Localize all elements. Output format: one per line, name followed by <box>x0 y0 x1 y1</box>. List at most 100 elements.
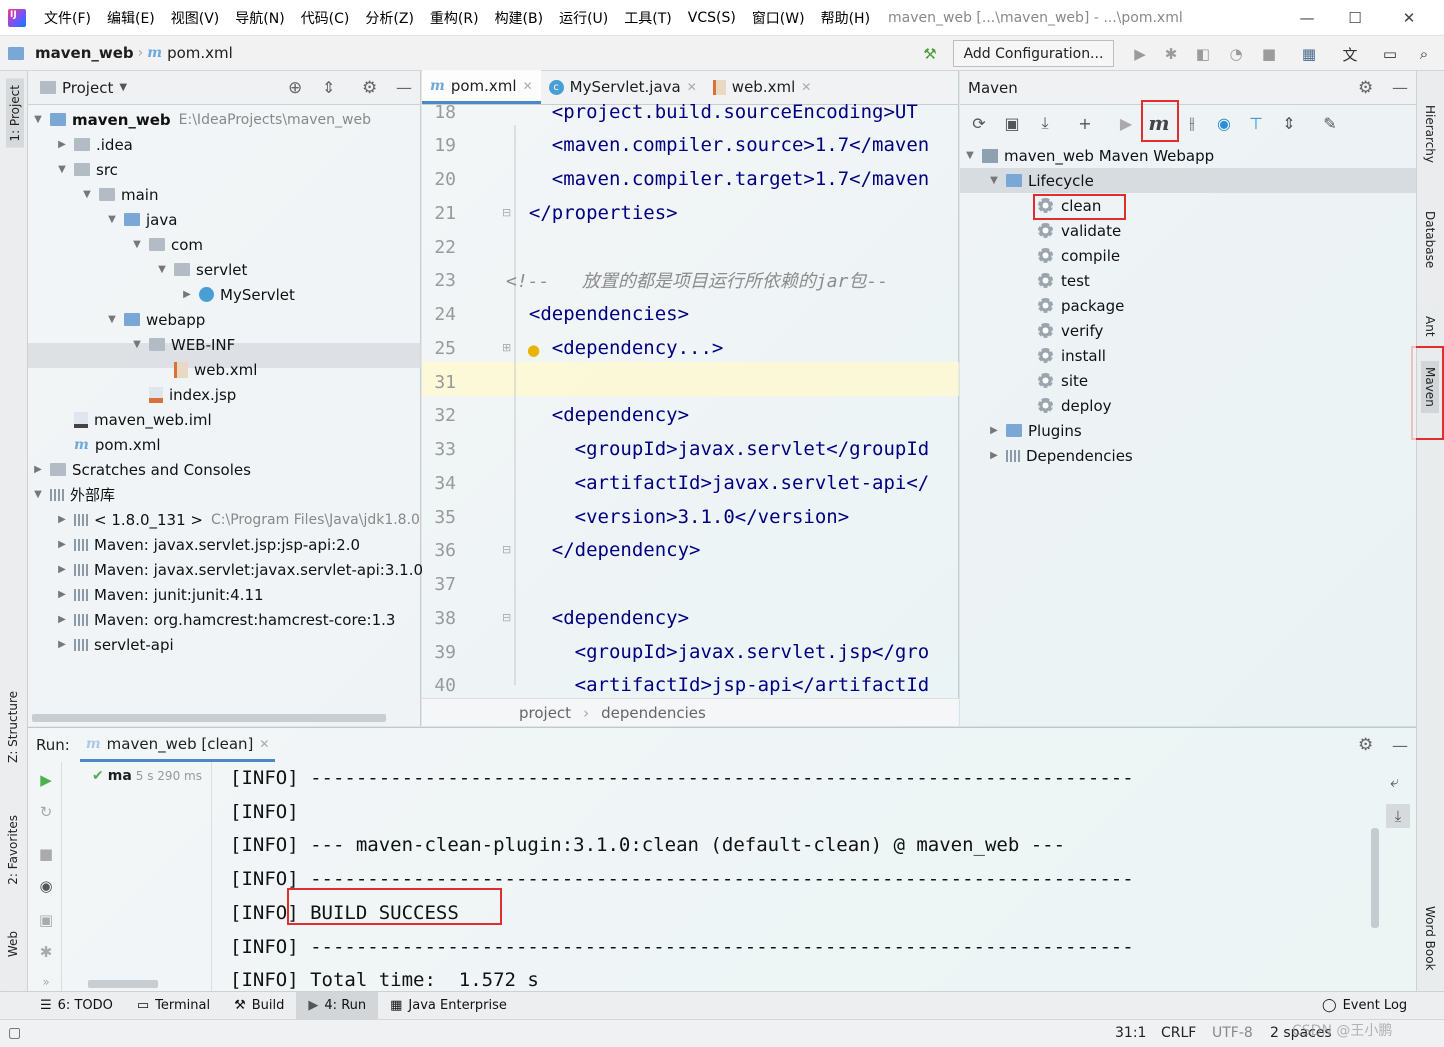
tree-item-idea[interactable]: ▶ .idea <box>56 132 133 157</box>
run-icon[interactable]: ▶ <box>1114 110 1138 136</box>
tree-item-lib-hamcrest[interactable]: ▶ Maven: org.hamcrest:hamcrest-core:1.3 <box>56 607 395 632</box>
tree-item-main[interactable]: ▼ main <box>81 182 158 207</box>
menu-navigate[interactable]: 导航(N) <box>227 8 292 28</box>
execute-maven-goal-icon[interactable]: m <box>1147 110 1171 136</box>
show-dependencies-icon[interactable]: ⊤ <box>1244 110 1268 136</box>
lifecycle-validate[interactable]: validate <box>1038 218 1121 243</box>
caret-position[interactable]: 31:1 <box>1115 1025 1146 1041</box>
menu-build[interactable]: 构建(B) <box>487 8 552 28</box>
database-tool-tab[interactable]: Database <box>1423 211 1437 268</box>
tree-item-servlet[interactable]: ▼ servlet <box>156 257 247 282</box>
code-line[interactable]: 24 <dependencies> <box>422 297 959 331</box>
ant-tool-tab[interactable]: Ant <box>1423 316 1437 337</box>
settings-gear-icon[interactable]: ⚙ <box>1358 735 1373 755</box>
code-line[interactable]: 33 <groupId>javax.servlet</groupId <box>422 432 959 466</box>
settings-icon[interactable]: ✱ <box>36 942 56 962</box>
hierarchy-tool-tab[interactable]: Hierarchy <box>1423 105 1437 163</box>
menu-tools[interactable]: 工具(T) <box>616 8 679 28</box>
skip-tests-icon[interactable]: ◉ <box>1212 110 1236 136</box>
maven-tool-tab[interactable]: Maven <box>1421 361 1439 413</box>
reload-icon[interactable]: ⟳ <box>967 110 991 136</box>
tree-item-lib-jsp-api[interactable]: ▶ Maven: javax.servlet.jsp:jsp-api:2.0 <box>56 532 360 557</box>
nav-crumb-project[interactable]: maven_web <box>0 44 134 62</box>
menu-window[interactable]: 窗口(W) <box>744 8 813 28</box>
close-tab-icon[interactable]: ✕ <box>687 80 697 94</box>
lifecycle-test[interactable]: test <box>1038 268 1090 293</box>
collapse-all-icon[interactable]: ⇕ <box>322 78 335 97</box>
tree-item-web-xml[interactable]: web.xml <box>174 357 257 382</box>
run-config-tab[interactable]: m maven_web [clean] ✕ <box>79 728 276 762</box>
maximize-button[interactable]: ☐ <box>1332 0 1378 36</box>
tree-item-src[interactable]: ▼ src <box>56 157 118 182</box>
code-line[interactable]: 31 <box>422 365 959 399</box>
lifecycle-compile[interactable]: compile <box>1038 243 1120 268</box>
line-separator[interactable]: CRLF <box>1161 1025 1196 1041</box>
lifecycle-verify[interactable]: verify <box>1038 318 1103 343</box>
code-line[interactable]: 39 <groupId>javax.servlet.jsp</gro <box>422 635 959 669</box>
hide-panel-icon[interactable]: — <box>396 78 412 97</box>
generate-sources-icon[interactable]: ▣ <box>1000 110 1024 136</box>
tree-item-pom-xml[interactable]: m pom.xml <box>74 432 161 457</box>
add-configuration-button[interactable]: Add Configuration... <box>953 40 1114 67</box>
add-icon[interactable]: + <box>1073 110 1097 136</box>
collapse-all-icon[interactable]: ⇕ <box>1277 110 1301 136</box>
stop-icon[interactable]: ■ <box>1259 44 1279 64</box>
rerun-icon[interactable]: ▶ <box>36 770 56 790</box>
build-tool-button[interactable]: ⚒ Build <box>222 992 296 1020</box>
project-structure-icon[interactable]: ▦ <box>1299 44 1319 64</box>
stop-icon[interactable]: ■ <box>36 844 56 864</box>
eye-icon[interactable]: ◉ <box>36 876 56 896</box>
debug-icon[interactable]: ✱ <box>1161 44 1181 64</box>
layout-toggle-icon[interactable]: ▢ <box>8 1025 21 1041</box>
run-icon[interactable]: ▶ <box>1130 44 1150 64</box>
tree-item-external-libraries[interactable]: ▼ 外部库 <box>32 482 115 507</box>
lifecycle-deploy[interactable]: deploy <box>1038 393 1112 418</box>
scroll-to-end-icon[interactable]: ⤓ <box>1386 804 1410 828</box>
close-tab-icon[interactable]: ✕ <box>259 737 269 751</box>
hide-panel-icon[interactable]: — <box>1392 78 1408 97</box>
close-tab-icon[interactable]: ✕ <box>523 79 533 93</box>
close-tab-icon[interactable]: ✕ <box>801 80 811 94</box>
lifecycle-node[interactable]: ▼ Lifecycle <box>988 168 1094 193</box>
breadcrumb-project[interactable]: project <box>519 704 571 722</box>
fold-icon[interactable]: ⊟ <box>502 611 511 624</box>
code-line[interactable]: 32 <dependency> <box>422 398 959 432</box>
favorites-tool-tab[interactable]: 2: Favorites <box>6 815 20 885</box>
plugins-node[interactable]: ▶ Plugins <box>988 418 1082 443</box>
menu-code[interactable]: 代码(C) <box>293 8 358 28</box>
code-line[interactable]: 34 <artifactId>javax.servlet-api</ <box>422 466 959 500</box>
translate-icon[interactable]: 文 <box>1340 44 1360 64</box>
lifecycle-install[interactable]: install <box>1038 343 1106 368</box>
more-icon[interactable]: » <box>36 972 56 992</box>
menu-edit[interactable]: 编辑(E) <box>99 8 163 28</box>
menu-view[interactable]: 视图(V) <box>163 8 228 28</box>
code-line[interactable]: 20 <maven.compiler.target>1.7</maven <box>422 162 959 196</box>
camera-icon[interactable]: ▣ <box>36 910 56 930</box>
word-book-tool-tab[interactable]: Word Book <box>1423 906 1437 971</box>
toggle-offline-icon[interactable]: ⫲ <box>1180 110 1204 136</box>
lifecycle-site[interactable]: site <box>1038 368 1088 393</box>
minimize-button[interactable]: — <box>1284 0 1330 36</box>
tree-item-lib-servlet-api[interactable]: ▶ Maven: javax.servlet:javax.servlet-api… <box>56 557 423 582</box>
tree-item-index-jsp[interactable]: index.jsp <box>149 382 236 407</box>
tree-item-iml[interactable]: maven_web.iml <box>74 407 212 432</box>
run-tool-button[interactable]: ▶ 4: Run <box>296 991 379 1020</box>
soft-wrap-icon[interactable]: ⤶ <box>1390 772 1399 792</box>
tree-item-webapp[interactable]: ▼ webapp <box>106 307 205 332</box>
tree-item-myservlet[interactable]: ▶ MyServlet <box>181 282 295 307</box>
download-icon[interactable]: ⤓ <box>1033 110 1057 136</box>
code-line[interactable]: 23 <!-- 放置的都是项目运行所依赖的jar包-- <box>422 263 959 297</box>
presentation-icon[interactable]: ▭ <box>1380 44 1400 64</box>
horizontal-scrollbar[interactable] <box>32 714 386 722</box>
dependencies-node[interactable]: ▶ Dependencies <box>988 443 1133 468</box>
search-icon[interactable]: ⌕ <box>1414 44 1434 64</box>
event-log-button[interactable]: ◯ Event Log <box>1310 992 1419 1020</box>
console-scrollbar[interactable] <box>1371 828 1379 928</box>
file-encoding[interactable]: UTF-8 <box>1212 1025 1253 1041</box>
fold-icon[interactable]: ⊟ <box>502 543 511 556</box>
settings-gear-icon[interactable]: ⚙ <box>1358 78 1373 98</box>
menu-analyze[interactable]: 分析(Z) <box>357 8 422 28</box>
structure-tool-tab[interactable]: Z: Structure <box>6 691 20 763</box>
run-tree-item[interactable]: ✔ ma 5 s 290 ms <box>92 768 202 784</box>
fold-icon[interactable]: ⊟ <box>502 206 511 219</box>
